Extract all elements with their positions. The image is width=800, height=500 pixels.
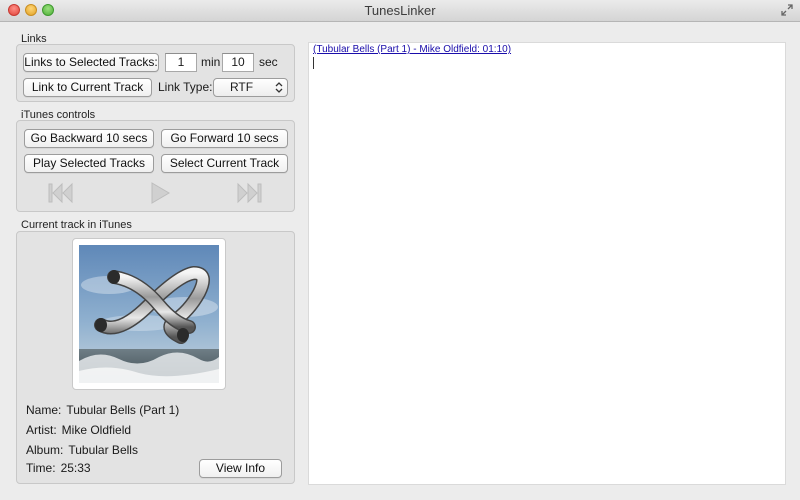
window-title: TunesLinker [364, 3, 436, 18]
view-info-button[interactable]: View Info [199, 459, 282, 478]
album-artwork [79, 245, 219, 383]
fullscreen-icon[interactable] [781, 4, 793, 16]
track-album-value: Tubular Bells [68, 443, 138, 457]
track-artist-value: Mike Oldfield [61, 423, 132, 437]
min-label: min [201, 55, 221, 69]
track-name-row: Name: Tubular Bells (Part 1) [26, 403, 179, 417]
link-type-label: Link Type: [158, 80, 213, 94]
track-name-value: Tubular Bells (Part 1) [66, 403, 180, 417]
link-type-value: RTF [229, 80, 254, 94]
minutes-field[interactable]: 1 [165, 53, 197, 72]
rich-text-editor[interactable]: (Tubular Bells (Part 1) - Mike Oldfield:… [308, 42, 786, 485]
current-track-label: Current track in iTunes [21, 219, 132, 231]
previous-track-icon[interactable] [48, 182, 74, 204]
album-key: Album: [26, 443, 64, 457]
play-icon[interactable] [149, 182, 171, 204]
text-caret [313, 57, 314, 69]
link-to-current-track-button[interactable]: Link to Current Track [23, 78, 152, 97]
link-type-select[interactable]: RTF [213, 78, 288, 97]
album-artwork-frame [72, 238, 226, 390]
select-arrows-icon [275, 82, 283, 93]
links-to-selected-tracks-button[interactable]: Links to Selected Tracks: [23, 53, 159, 72]
track-album-row: Album: Tubular Bells [26, 443, 138, 457]
artist-key: Artist: [26, 423, 57, 437]
track-link[interactable]: (Tubular Bells (Part 1) - Mike Oldfield:… [313, 44, 511, 55]
name-key: Name: [26, 403, 62, 417]
track-time-row: Time: 25:33 [26, 461, 91, 475]
track-time-value: 25:33 [60, 461, 91, 475]
app-window: TunesLinker Links Links to Selected Trac… [0, 0, 800, 500]
go-forward-button[interactable]: Go Forward 10 secs [161, 129, 288, 148]
itunes-controls-group: Go Backward 10 secs Go Forward 10 secs P… [16, 120, 295, 212]
seconds-field[interactable]: 10 [222, 53, 254, 72]
play-selected-tracks-button[interactable]: Play Selected Tracks [24, 154, 154, 173]
title-bar: TunesLinker [0, 0, 800, 22]
go-backward-button[interactable]: Go Backward 10 secs [24, 129, 154, 148]
sec-label: sec [259, 55, 278, 69]
links-group: Links to Selected Tracks: 1 min 10 sec L… [16, 44, 295, 102]
next-track-icon[interactable] [236, 182, 262, 204]
select-current-track-button[interactable]: Select Current Track [161, 154, 288, 173]
track-artist-row: Artist: Mike Oldfield [26, 423, 131, 437]
time-key: Time: [26, 461, 56, 475]
